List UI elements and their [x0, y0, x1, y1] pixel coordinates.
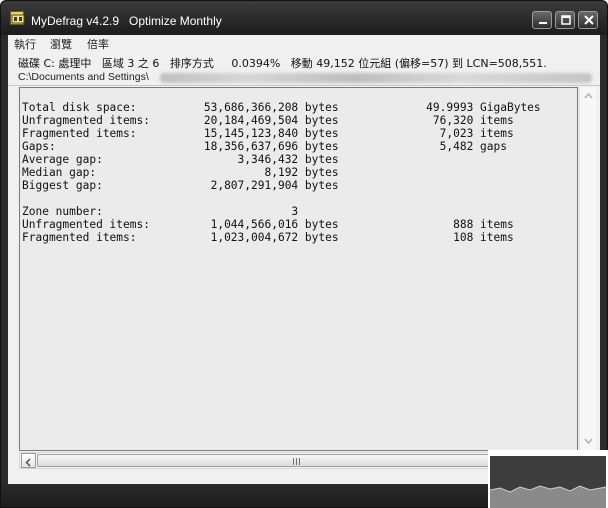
- report-value: 2,807,291,904: [156, 179, 299, 192]
- report-label: Zone number:: [22, 205, 157, 218]
- window-title: MyDefrag v4.2.9 Optimize Monthly: [31, 14, 222, 28]
- mydefrag-app-icon[interactable]: [10, 11, 25, 25]
- report-row: Average gap: 3,346,432 bytes: [22, 153, 562, 166]
- report-value: 15,145,123,840: [156, 127, 299, 140]
- report-value: 3: [156, 205, 299, 218]
- report-row: Unfragmented items: 20,184,469,504 bytes…: [22, 114, 562, 127]
- scroll-grip-icon: [293, 458, 300, 465]
- taskbar-thumbnail-preview: [488, 450, 608, 508]
- app-window: MyDefrag v4.2.9 Optimize Monthly 執行 瀏覽 倍…: [0, 0, 608, 508]
- report-row: Zone number: 3: [22, 205, 562, 218]
- report-value: 18,356,637,696: [156, 140, 299, 153]
- menu-item-view[interactable]: 瀏覽: [50, 36, 72, 52]
- status-area: 磁碟 C: 處理中 區域 3 之 6 排序方式 0.0394% 移動 49,15…: [8, 52, 600, 86]
- report-label: Average gap:: [22, 153, 157, 166]
- close-icon: [584, 15, 594, 25]
- report-value: 20,184,469,504: [156, 114, 299, 127]
- statistics-report-panel: Total disk space: 53,686,366,208 bytes 4…: [19, 87, 578, 451]
- report-label: Median gap:: [22, 166, 157, 179]
- report-unit: bytes: [298, 101, 339, 114]
- scroll-down-arrow-icon[interactable]: [581, 433, 596, 449]
- minimize-button[interactable]: [532, 11, 552, 29]
- report-row: Fragmented items: 15,145,123,840 bytes 7…: [22, 127, 562, 140]
- report-value: 3,346,432: [156, 153, 299, 166]
- report-unit: bytes: [298, 179, 339, 192]
- title-bar[interactable]: MyDefrag v4.2.9 Optimize Monthly: [1, 1, 607, 35]
- report-value: 8,192: [156, 166, 299, 179]
- report-unit: bytes: [298, 127, 339, 140]
- report-unit: [298, 205, 338, 218]
- report-extra: 888 items: [338, 218, 514, 231]
- report-unit: bytes: [298, 153, 339, 166]
- maximize-button[interactable]: [555, 11, 575, 29]
- report-label: Fragmented items:: [22, 231, 157, 244]
- menu-item-zoom[interactable]: 倍率: [87, 36, 109, 52]
- scroll-up-arrow-icon[interactable]: [581, 88, 596, 104]
- report-extra: 76,320 items: [338, 114, 514, 127]
- report-row: Fragmented items: 1,023,004,672 bytes 10…: [22, 231, 562, 244]
- report-label: Unfragmented items:: [22, 114, 157, 127]
- report-value: 53,686,366,208: [156, 101, 299, 114]
- report-value: 1,023,004,672: [156, 231, 299, 244]
- report-unit: bytes: [298, 218, 339, 231]
- report-row: Median gap: 8,192 bytes: [22, 166, 562, 179]
- maximize-icon: [561, 15, 571, 25]
- menu-item-run[interactable]: 執行: [14, 36, 36, 52]
- scroll-left-arrow-icon[interactable]: [21, 453, 36, 468]
- report-row: Unfragmented items: 1,044,566,016 bytes …: [22, 218, 562, 231]
- close-button[interactable]: [578, 11, 598, 29]
- report-label: Biggest gap:: [22, 179, 157, 192]
- report-extra: 7,023 items: [338, 127, 514, 140]
- thumbnail-preview-image: [489, 456, 607, 508]
- status-text: 磁碟 C: 處理中 區域 3 之 6 排序方式 0.0394% 移動 49,15…: [18, 57, 547, 70]
- minimize-icon: [539, 22, 547, 24]
- redacted-path: [160, 73, 592, 83]
- report-extra: 49.9993 GigaBytes: [338, 101, 541, 114]
- report-unit: bytes: [298, 140, 339, 153]
- report-label: Fragmented items:: [22, 127, 157, 140]
- horizontal-scroll-thumb[interactable]: [37, 454, 564, 467]
- report-row: Biggest gap: 2,807,291,904 bytes: [22, 179, 562, 192]
- report-label: Total disk space:: [22, 101, 157, 114]
- menu-bar: 執行 瀏覽 倍率: [8, 35, 600, 52]
- vertical-scrollbar[interactable]: [579, 87, 596, 451]
- report-row: Total disk space: 53,686,366,208 bytes 4…: [22, 101, 562, 114]
- report-value: 1,044,566,016: [156, 218, 299, 231]
- report-extra: 108 items: [338, 231, 514, 244]
- report-unit: bytes: [298, 114, 339, 127]
- report-row: Gaps: 18,356,637,696 bytes 5,482 gaps: [22, 140, 562, 153]
- report-unit: bytes: [298, 231, 339, 244]
- client-area: Total disk space: 53,686,366,208 bytes 4…: [8, 86, 600, 484]
- report-label: Gaps:: [22, 140, 157, 153]
- report-extra: 5,482 gaps: [338, 140, 507, 153]
- report-row: [22, 192, 562, 205]
- report-label: Unfragmented items:: [22, 218, 157, 231]
- report-unit: bytes: [298, 166, 339, 179]
- statistics-report: Total disk space: 53,686,366,208 bytes 4…: [22, 101, 562, 244]
